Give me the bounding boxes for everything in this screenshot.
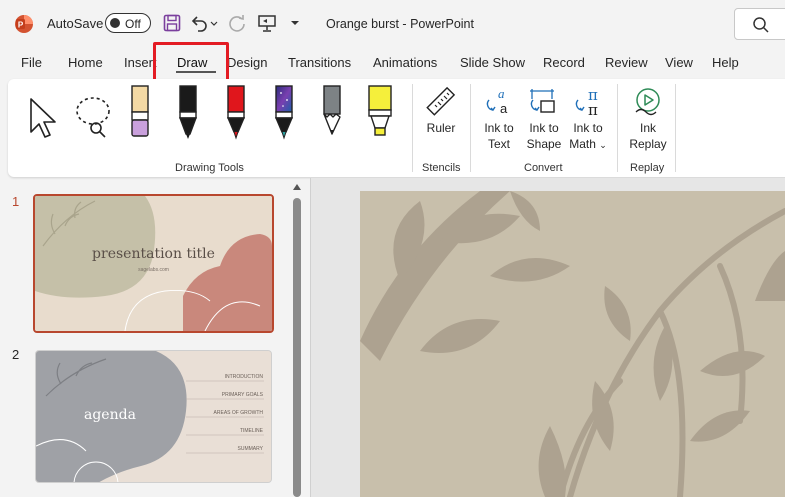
tab-design[interactable]: Design (227, 55, 267, 70)
ink-to-math-button[interactable]: Ink to Math ⌄ (566, 120, 610, 153)
svg-text:a: a (500, 101, 508, 116)
draw-tab-highlight-box (153, 42, 229, 82)
tab-insert[interactable]: Insert (124, 55, 157, 70)
autosave-toggle[interactable]: Off (105, 13, 151, 33)
title-bar: P AutoSave Off Orange burst - PowerPoint (0, 0, 785, 46)
tab-view[interactable]: View (665, 55, 693, 70)
ribbon-separator (470, 84, 471, 172)
search-icon (753, 17, 769, 33)
slide-1-subtitle: sagelabs.com (138, 267, 169, 273)
slide-2-title: agenda (84, 407, 136, 423)
ink-to-math-label-2: Math (569, 137, 596, 151)
lasso-select-icon[interactable] (72, 94, 116, 138)
slide-1-title: presentation title (92, 246, 215, 262)
powerpoint-logo-icon: P (15, 15, 33, 33)
search-box[interactable] (734, 8, 785, 40)
slide-1-background-shapes (35, 196, 272, 331)
slide-thumbnail-1[interactable]: presentation title sagelabs.com (33, 194, 274, 333)
pencil-purple-icon[interactable] (128, 84, 152, 140)
ink-to-math-icon[interactable]: π π (572, 86, 604, 118)
tab-slide-show[interactable]: Slide Show (460, 55, 525, 70)
undo-icon[interactable] (189, 13, 209, 33)
undo-dropdown-icon[interactable] (209, 13, 219, 33)
ribbon-separator (617, 84, 618, 172)
agenda-item: INTRODUCTION (224, 374, 263, 380)
save-icon[interactable] (162, 13, 182, 33)
group-label-stencils: Stencils (422, 162, 461, 174)
ribbon-separator (412, 84, 413, 172)
agenda-item: PRIMARY GOALS (221, 392, 263, 398)
group-label-replay: Replay (630, 162, 665, 174)
slide-leaf-pattern (360, 191, 785, 497)
pen-galaxy-icon[interactable] (272, 84, 296, 140)
svg-text:a: a (498, 86, 505, 101)
ink-to-text-label-1: Ink to (484, 121, 514, 135)
ruler-icon[interactable] (424, 86, 456, 118)
agenda-item: TIMELINE (239, 428, 263, 434)
redo-icon[interactable] (227, 13, 247, 33)
slide-number-1: 1 (12, 194, 20, 209)
present-from-beginning-icon[interactable] (257, 13, 277, 33)
slide-number-2: 2 (12, 347, 20, 362)
ink-to-shape-label-1: Ink to (529, 121, 559, 135)
ink-to-shape-label-2: Shape (526, 137, 562, 151)
ink-replay-label-2: Replay (629, 137, 667, 151)
slide-thumbnail-2[interactable]: agenda INTRODUCTION PRIMARY GOALS AREAS … (35, 350, 272, 483)
ruler-button[interactable]: Ruler (424, 120, 458, 136)
svg-text:π: π (588, 101, 598, 118)
select-cursor-icon[interactable] (26, 96, 60, 140)
agenda-item: SUMMARY (237, 446, 263, 452)
autosave-state: Off (125, 17, 141, 31)
pen-black-icon[interactable] (176, 84, 200, 140)
svg-text:P: P (18, 21, 24, 30)
ink-replay-label-1: Ink (639, 121, 656, 135)
scrollbar-thumb[interactable] (293, 198, 301, 497)
ink-replay-button[interactable]: Ink Replay (626, 120, 670, 152)
tab-file[interactable]: File (21, 55, 42, 70)
tab-animations[interactable]: Animations (373, 55, 437, 70)
ink-replay-icon[interactable] (632, 86, 664, 118)
scroll-up-arrow-icon[interactable] (293, 184, 301, 190)
ink-to-math-label-1: Ink to (573, 121, 603, 135)
tab-home[interactable]: Home (68, 55, 103, 70)
tab-transitions[interactable]: Transitions (288, 55, 351, 70)
tab-help[interactable]: Help (712, 55, 739, 70)
thumbnail-scrollbar[interactable] (292, 184, 302, 497)
group-label-drawing-tools: Drawing Tools (175, 162, 244, 174)
ink-to-shape-button[interactable]: Ink to Shape (523, 120, 565, 152)
tab-record[interactable]: Record (543, 55, 585, 70)
agenda-item: AREAS OF GROWTH (213, 410, 263, 416)
pen-red-icon[interactable] (224, 84, 248, 140)
ink-to-text-button[interactable]: Ink to Text (478, 120, 520, 152)
ribbon-tabs: File Home Insert Draw Design Transitions… (0, 50, 785, 76)
toggle-knob (110, 18, 120, 28)
slide-2-background-shapes (36, 351, 271, 482)
current-slide-canvas[interactable] (360, 191, 785, 497)
highlighter-yellow-icon[interactable] (366, 84, 394, 140)
autosave-label: AutoSave (47, 16, 104, 31)
ink-to-text-label-2: Text (487, 137, 510, 151)
ruler-label: Ruler (426, 121, 456, 135)
group-label-convert: Convert (524, 162, 563, 174)
pencil-gray-icon[interactable] (320, 84, 344, 140)
tab-review[interactable]: Review (605, 55, 648, 70)
chevron-down-icon: ⌄ (599, 140, 607, 150)
customize-qat-icon[interactable] (288, 13, 302, 33)
document-title: Orange burst - PowerPoint (326, 17, 474, 31)
ink-to-shape-icon[interactable] (527, 86, 559, 118)
ribbon-separator (675, 84, 676, 172)
ink-to-text-icon[interactable]: a a (483, 86, 515, 118)
